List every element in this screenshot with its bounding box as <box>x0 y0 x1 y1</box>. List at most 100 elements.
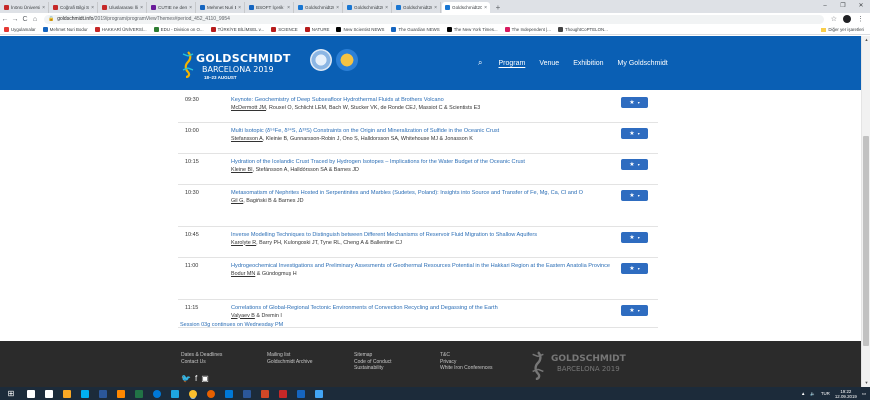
close-window-button[interactable]: ✕ <box>852 0 870 13</box>
taskbar-firefox-icon[interactable] <box>207 389 215 398</box>
talk-title-link[interactable]: Keynote: Geochemistry of Deep Subseafloo… <box>231 97 611 105</box>
tab-close-icon[interactable]: × <box>189 5 192 11</box>
back-button[interactable]: ← <box>0 16 10 23</box>
bookmark-item[interactable]: TÜRKİYE BİLİMSEL v... <box>210 27 264 32</box>
talk-title-link[interactable]: Hydrogeochemical Investigations and Prel… <box>231 263 611 271</box>
taskbar-app-red-icon[interactable] <box>279 389 287 398</box>
volume-icon[interactable]: 🔈 <box>810 391 815 397</box>
talk-title-link[interactable]: Metasomatism of Nephrites Hosted in Serp… <box>231 190 611 198</box>
reload-button[interactable]: C <box>20 16 30 23</box>
talk-title-link[interactable]: Correlations of Global-Regional Tectonic… <box>231 305 611 313</box>
browser-menu-icon[interactable]: ⋮ <box>857 15 864 23</box>
flickr-icon[interactable]: ▣ <box>201 374 209 383</box>
tab-close-icon[interactable]: × <box>91 5 94 11</box>
language-indicator[interactable]: TUR <box>821 391 830 396</box>
add-to-favourites-button[interactable]: ★ ▾ <box>621 97 648 108</box>
forward-button[interactable]: → <box>10 16 20 23</box>
search-icon[interactable]: ⌕ <box>478 58 482 68</box>
nav-venue[interactable]: Venue <box>539 60 559 67</box>
nav-my-goldschmidt[interactable]: My Goldschmidt <box>618 60 668 67</box>
add-to-favourites-button[interactable]: ★ ▾ <box>621 305 648 316</box>
taskbar-powerpoint-icon[interactable] <box>261 389 269 398</box>
other-bookmarks[interactable]: Diğer yer işaretleri <box>821 27 864 32</box>
url-input[interactable]: 🔒 goldschmidt.info /2019/program/program… <box>44 14 824 24</box>
tab-close-icon[interactable]: × <box>140 5 143 11</box>
bookmark-item[interactable]: EDU - Division on O... <box>153 27 204 32</box>
taskbar-word-icon[interactable] <box>99 389 107 398</box>
browser-tab[interactable]: Goldschmidt2019: × <box>393 2 441 13</box>
browser-tab[interactable]: Uluslararası İlişkiler× <box>99 2 147 13</box>
add-to-favourites-button[interactable]: ★ ▾ <box>621 128 648 139</box>
taskbar-clock[interactable]: 19:22 12.09.2019 <box>835 389 857 399</box>
scroll-thumb[interactable] <box>863 136 869 346</box>
taskbar-vlc-icon[interactable] <box>117 389 125 398</box>
restore-button[interactable]: ❐ <box>834 0 852 13</box>
tab-close-icon[interactable]: × <box>484 5 487 11</box>
taskbar-files-icon[interactable] <box>63 389 71 398</box>
bookmark-item[interactable]: ThoughtCoPTELON... <box>557 27 608 32</box>
nav-program[interactable]: Program <box>498 60 525 67</box>
footer-link[interactable]: White Iron Conferences <box>440 365 493 372</box>
bookmark-item[interactable]: HAKKARİ ÜNİVERSİ... <box>94 27 147 32</box>
add-to-favourites-button[interactable]: ★ ▾ <box>621 190 648 201</box>
bookmark-star-icon[interactable]: ☆ <box>831 15 837 23</box>
taskbar-app-a-icon[interactable] <box>315 389 323 398</box>
twitter-icon[interactable]: 🐦 <box>181 374 191 383</box>
bookmark-item[interactable]: The New York Times... <box>446 27 498 32</box>
nav-exhibition[interactable]: Exhibition <box>573 60 603 67</box>
footer-link[interactable]: Contact Us <box>181 359 222 366</box>
bookmark-item[interactable]: The Independent |... <box>504 27 551 32</box>
minimize-button[interactable]: – <box>816 0 834 13</box>
footer-link[interactable]: Sustainability <box>354 365 392 372</box>
network-icon[interactable]: ▲ <box>801 391 805 396</box>
browser-tab[interactable]: Coğrafi Bilgi Sistemleri× <box>50 2 98 13</box>
profile-avatar[interactable] <box>843 15 851 23</box>
taskbar-chrome-icon[interactable] <box>189 389 197 398</box>
browser-tab[interactable]: İnönü Üniversitesi | A× <box>1 2 49 13</box>
talk-title-link[interactable]: Multi Isotopic (δ⁵⁶Fe, δ³⁴S, Δ³³S) Const… <box>231 128 611 136</box>
talk-title-link[interactable]: Hydration of the Icelandic Crust Traced … <box>231 159 611 167</box>
home-button[interactable]: ⌂ <box>30 16 40 23</box>
goldschmidt-logo[interactable]: GOLDSCHMIDT BARCELONA 2019 18–23 AUGUST <box>178 42 298 84</box>
bookmark-item[interactable]: Uygulamalar <box>4 27 36 32</box>
bookmark-item[interactable]: Mehmet Nuri Bodur <box>42 27 88 32</box>
taskbar-excel-icon[interactable] <box>135 389 143 398</box>
session-continues-link[interactable]: Session 03g continues on Wednesday PM <box>180 322 283 328</box>
page-scrollbar[interactable]: ▲ ▼ <box>861 36 870 387</box>
tab-close-icon[interactable]: × <box>287 5 290 11</box>
taskbar-search-icon[interactable] <box>27 389 35 398</box>
browser-tab[interactable]: Mehmet Nuri Bodur× <box>197 2 245 13</box>
tab-close-icon[interactable]: × <box>42 5 45 11</box>
scroll-down-icon[interactable]: ▼ <box>862 379 870 387</box>
bookmark-item[interactable]: New Scientist NEWS <box>336 27 384 32</box>
new-tab-button[interactable]: + <box>493 2 503 13</box>
footer-link[interactable]: Goldschmidt Archive <box>267 359 313 366</box>
tab-close-icon[interactable]: × <box>434 5 437 11</box>
footer-link[interactable]: Dates & Deadlines <box>181 352 222 359</box>
taskbar-edge-icon[interactable] <box>153 389 161 398</box>
browser-tab[interactable]: Goldschmidt2019: × <box>344 2 392 13</box>
browser-tab[interactable]: BSOFT İçerik Yönetim× <box>246 2 294 13</box>
tab-close-icon[interactable]: × <box>336 5 339 11</box>
bookmark-item[interactable]: SCIENCE <box>271 27 298 32</box>
bookmark-item[interactable]: The Guardian NEWS <box>391 27 440 32</box>
taskbar-app-blue-icon[interactable] <box>297 389 305 398</box>
add-to-favourites-button[interactable]: ★ ▾ <box>621 232 648 243</box>
taskbar-word2-icon[interactable] <box>243 389 251 398</box>
talk-title-link[interactable]: Inverse Modelling Techniques to Distingu… <box>231 232 611 240</box>
tab-close-icon[interactable]: × <box>385 5 388 11</box>
browser-tab[interactable]: CUTIE ne demek - × <box>148 2 196 13</box>
taskbar-skype-icon[interactable] <box>81 389 89 398</box>
tab-close-icon[interactable]: × <box>238 5 241 11</box>
taskbar-ie-icon[interactable] <box>171 389 179 398</box>
add-to-favourites-button[interactable]: ★ ▾ <box>621 159 648 170</box>
facebook-icon[interactable]: f <box>195 374 197 383</box>
browser-tab[interactable]: Goldschmidt2019: × <box>295 2 343 13</box>
start-button[interactable]: ⊞ <box>0 389 22 398</box>
taskbar-store-icon[interactable] <box>225 389 233 398</box>
notifications-icon[interactable]: ▭ <box>862 391 866 397</box>
add-to-favourites-button[interactable]: ★ ▾ <box>621 263 648 274</box>
scroll-up-icon[interactable]: ▲ <box>862 36 870 44</box>
browser-tab[interactable]: Goldschmidt2019: × <box>442 2 490 13</box>
bookmark-item[interactable]: NATURE <box>304 27 329 32</box>
